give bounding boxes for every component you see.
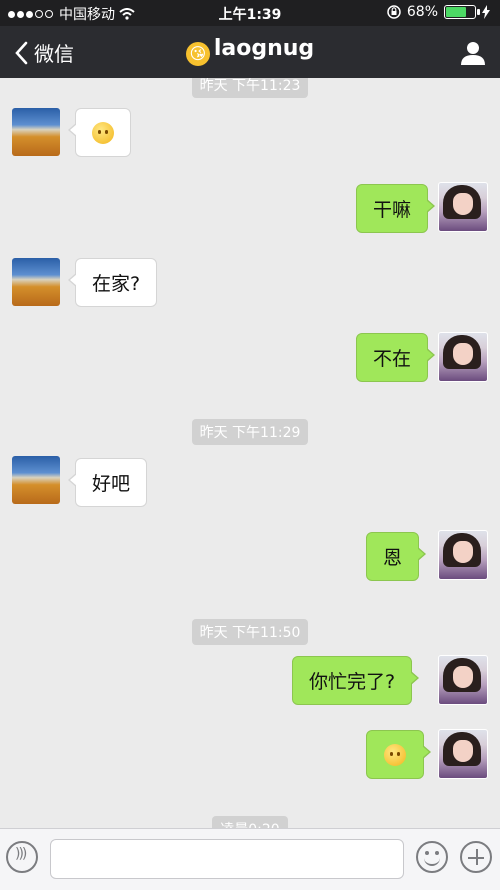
input-bar [0, 828, 500, 890]
message-bubble-outgoing[interactable]: 干嘛 [356, 184, 436, 233]
timestamp: 昨天 下午11:23 [0, 78, 500, 98]
dizzy-face-icon [92, 121, 114, 144]
chat-area[interactable]: 昨天 下午11:23 干嘛 在家? 不在 昨天 下午11:29 好吧 恩 昨天 … [0, 78, 500, 828]
contact-avatar[interactable] [12, 456, 60, 504]
timestamp: 昨天 下午11:50 [0, 619, 500, 645]
message-bubble-incoming[interactable]: 好吧 [67, 458, 148, 507]
voice-icon[interactable] [6, 841, 38, 873]
message-bubble-outgoing[interactable]: 不在 [356, 333, 436, 382]
bolt-icon [482, 5, 490, 19]
angry-face-icon [384, 743, 406, 766]
battery-percent: 68% [406, 4, 438, 20]
my-avatar[interactable] [438, 729, 488, 779]
person-icon[interactable] [460, 40, 486, 66]
message-bubble-outgoing[interactable] [366, 730, 431, 779]
emoji-icon[interactable] [416, 841, 448, 873]
nav-bar: 微信 😘 laognug [0, 26, 500, 78]
rotation-lock-icon [387, 5, 401, 19]
battery-icon [444, 5, 480, 19]
plus-icon[interactable] [460, 841, 492, 873]
my-avatar[interactable] [438, 530, 488, 580]
kiss-face-icon: 😘 [185, 41, 210, 66]
timestamp: 昨天 下午11:29 [0, 419, 500, 445]
status-right: 68% [387, 4, 490, 20]
battery-fill [446, 7, 467, 17]
my-avatar[interactable] [438, 182, 488, 232]
my-avatar[interactable] [438, 655, 488, 705]
contact-avatar[interactable] [12, 258, 60, 306]
status-bar: 中国移动 上午1:39 68% [0, 0, 500, 26]
message-bubble-incoming[interactable] [68, 108, 131, 157]
message-bubble-outgoing[interactable]: 恩 [366, 532, 427, 581]
contact-avatar[interactable] [12, 108, 60, 156]
message-input[interactable] [50, 839, 404, 879]
page-title: 😘 laognug [0, 36, 500, 66]
message-bubble-incoming[interactable]: 在家? [67, 258, 158, 307]
contact-name: laognug [213, 36, 315, 61]
message-bubble-outgoing[interactable]: 你忙完了? [292, 656, 420, 705]
my-avatar[interactable] [438, 332, 488, 382]
timestamp: 凌晨0:20 [0, 816, 500, 828]
